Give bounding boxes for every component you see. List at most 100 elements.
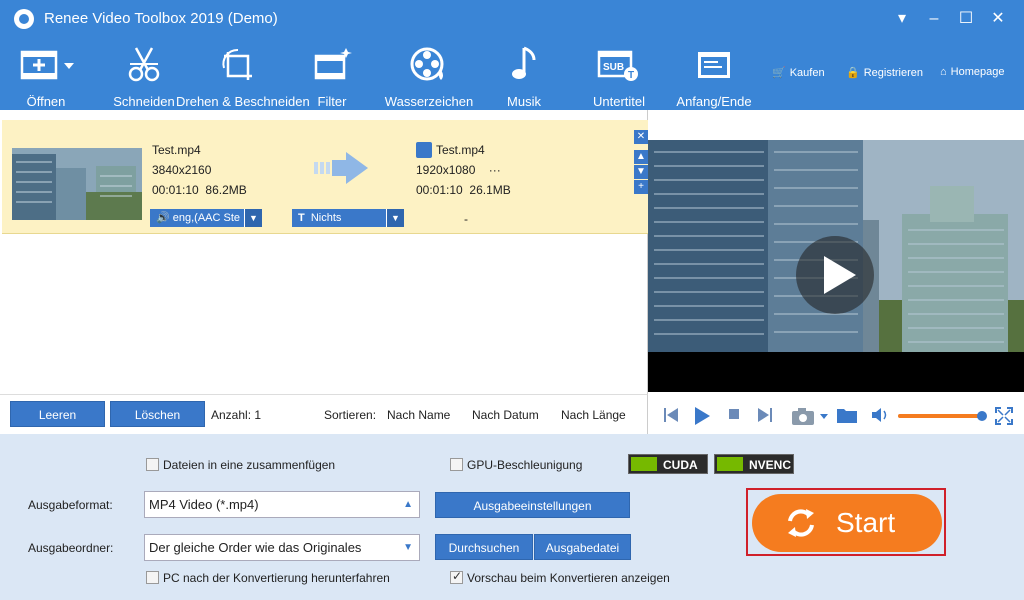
buy-link[interactable]: 🛒 Kaufen bbox=[772, 66, 825, 80]
output-folder-value: Der gleiche Order wie das Originales bbox=[149, 540, 362, 555]
speaker-icon: 🔊 bbox=[156, 212, 170, 224]
svg-text:SUB: SUB bbox=[603, 62, 624, 73]
preview-checkbox[interactable] bbox=[450, 569, 463, 584]
close-button[interactable]: ✕ bbox=[984, 6, 1012, 32]
volume-icon[interactable] bbox=[870, 406, 890, 424]
buy-label: Kaufen bbox=[789, 66, 825, 79]
homepage-link[interactable]: ⌂ Homepage bbox=[940, 66, 1004, 78]
player-controls bbox=[648, 394, 1024, 434]
toolbar-open-button[interactable]: Öffnen bbox=[18, 44, 74, 109]
fullscreen-icon[interactable] bbox=[994, 406, 1014, 426]
source-info: Test.mp4 3840x2160 00:01:10 86.2MB bbox=[152, 140, 247, 200]
merge-label: Dateien in eine zusammenfügen bbox=[163, 458, 336, 472]
volume-slider-handle[interactable] bbox=[977, 411, 987, 421]
toolbar-cut-button[interactable]: Schneiden bbox=[113, 44, 175, 109]
nvidia-logo-icon bbox=[631, 457, 657, 471]
text-icon: T bbox=[298, 212, 305, 224]
preview-label: Vorschau beim Konvertieren anzeigen bbox=[467, 571, 670, 585]
move-down-icon[interactable]: ▼ bbox=[634, 165, 648, 179]
video-thumbnail[interactable] bbox=[12, 148, 142, 220]
chevron-down-icon: ▼ bbox=[403, 542, 413, 553]
toolbar-intro-outro-button[interactable]: Anfang/Ende bbox=[676, 44, 752, 109]
browse-button[interactable]: Durchsuchen bbox=[435, 534, 533, 560]
merge-checkbox[interactable] bbox=[146, 458, 159, 471]
toolbar-watermark-button[interactable]: Wasserzeichen bbox=[385, 44, 473, 109]
output-filename: Test.mp4 bbox=[436, 143, 485, 157]
move-up-icon[interactable]: ▲ bbox=[634, 150, 648, 164]
source-filename: Test.mp4 bbox=[152, 143, 201, 157]
output-duration: 00:01:10 bbox=[416, 183, 463, 197]
register-link[interactable]: 🔒 Registrieren bbox=[846, 66, 923, 80]
window-menu-button[interactable]: ▾ bbox=[888, 6, 916, 32]
maximize-button[interactable]: ☐ bbox=[952, 6, 980, 32]
start-button[interactable]: Start bbox=[752, 494, 942, 552]
folder-icon[interactable] bbox=[836, 406, 858, 424]
output-file-button[interactable]: Ausgabedatei bbox=[534, 534, 631, 560]
sort-by-length[interactable]: Nach Länge bbox=[561, 408, 626, 422]
output-settings-button[interactable]: Ausgabeeinstellungen bbox=[435, 492, 630, 518]
toolbar-filter-button[interactable]: Filter bbox=[310, 44, 354, 109]
video-preview[interactable] bbox=[648, 140, 1024, 392]
subtitle-select[interactable]: T Nichts ▼ bbox=[292, 209, 404, 227]
toolbar-subtitle-button[interactable]: SUB T Untertitel bbox=[593, 44, 645, 109]
toolbar-music-button[interactable]: Musik bbox=[502, 44, 546, 109]
toolbar-label: Öffnen bbox=[26, 94, 66, 109]
nvenc-label: NVENC bbox=[749, 458, 792, 472]
stop-icon[interactable] bbox=[726, 406, 742, 422]
app-logo-icon bbox=[14, 9, 34, 29]
watermark-icon bbox=[410, 47, 444, 81]
source-resolution: 3840x2160 bbox=[152, 163, 212, 177]
play-overlay-icon[interactable] bbox=[796, 236, 874, 314]
snapshot-icon[interactable] bbox=[790, 406, 830, 426]
cuda-label: CUDA bbox=[663, 458, 698, 472]
source-size: 86.2MB bbox=[205, 183, 247, 197]
home-icon: ⌂ bbox=[940, 66, 947, 78]
add-video-icon bbox=[20, 50, 74, 80]
nvenc-badge[interactable]: NVENC bbox=[714, 454, 794, 474]
file-list: Test.mp4 3840x2160 00:01:10 86.2MB Test.… bbox=[0, 110, 648, 394]
output-resolution: 1920x1080 bbox=[416, 163, 476, 177]
sort-by-date[interactable]: Nach Datum bbox=[472, 408, 539, 422]
output-format-label: Ausgabeformat: bbox=[28, 498, 113, 512]
add-item-icon[interactable]: + bbox=[634, 180, 648, 194]
chevron-down-icon: ▼ bbox=[386, 209, 404, 227]
cuda-badge[interactable]: CUDA bbox=[628, 454, 708, 474]
file-count: Anzahl: 1 bbox=[211, 408, 262, 422]
audio-track-select[interactable]: 🔊 eng,(AAC Ste ▼ bbox=[150, 209, 262, 227]
chevron-down-icon: ▼ bbox=[244, 209, 262, 227]
music-icon bbox=[512, 46, 536, 79]
play-icon[interactable] bbox=[692, 406, 712, 426]
edit-icon[interactable] bbox=[416, 142, 432, 158]
clear-button[interactable]: Leeren bbox=[10, 401, 105, 427]
file-list-item[interactable]: Test.mp4 3840x2160 00:01:10 86.2MB Test.… bbox=[2, 120, 648, 234]
preview-panel bbox=[648, 110, 1024, 434]
output-folder-label: Ausgabeordner: bbox=[28, 541, 114, 555]
delete-button[interactable]: Löschen bbox=[110, 401, 205, 427]
output-more-button[interactable]: ··· bbox=[489, 163, 501, 177]
shutdown-label: PC nach der Konvertierung herunterfahren bbox=[163, 571, 390, 585]
title-bar: Renee Video Toolbox 2019 (Demo) ▾ – ☐ ✕ bbox=[0, 0, 1024, 38]
filter-icon bbox=[314, 48, 352, 80]
audio-track-value: eng,(AAC Ste bbox=[172, 212, 241, 224]
remove-item-icon[interactable]: ✕ bbox=[634, 130, 648, 144]
volume-slider[interactable] bbox=[898, 411, 987, 421]
sort-by-name[interactable]: Nach Name bbox=[387, 408, 450, 422]
nvidia-logo-icon bbox=[717, 457, 743, 471]
subtitle-value: Nichts bbox=[310, 212, 342, 224]
intro-outro-icon bbox=[698, 52, 730, 78]
cart-icon: 🛒 bbox=[772, 67, 786, 79]
output-size: 26.1MB bbox=[469, 183, 511, 197]
toolbar-crop-button[interactable]: Drehen & Beschneiden bbox=[176, 44, 310, 109]
skip-forward-icon[interactable] bbox=[756, 406, 774, 424]
gpu-label: GPU-Beschleunigung bbox=[467, 458, 583, 472]
output-folder-select[interactable]: Der gleiche Order wie das Originales ▼ bbox=[144, 534, 420, 561]
shutdown-checkbox[interactable] bbox=[146, 571, 159, 584]
crop-rotate-icon bbox=[222, 48, 252, 80]
skip-back-icon[interactable] bbox=[662, 406, 680, 424]
toolbar-label: Anfang/Ende bbox=[676, 94, 752, 109]
gpu-checkbox[interactable] bbox=[450, 458, 463, 471]
scissors-icon bbox=[128, 47, 160, 82]
minimize-button[interactable]: – bbox=[920, 6, 948, 32]
output-format-select[interactable]: MP4 Video (*.mp4) ▲ bbox=[144, 491, 420, 518]
lock-icon: 🔒 bbox=[846, 67, 860, 79]
